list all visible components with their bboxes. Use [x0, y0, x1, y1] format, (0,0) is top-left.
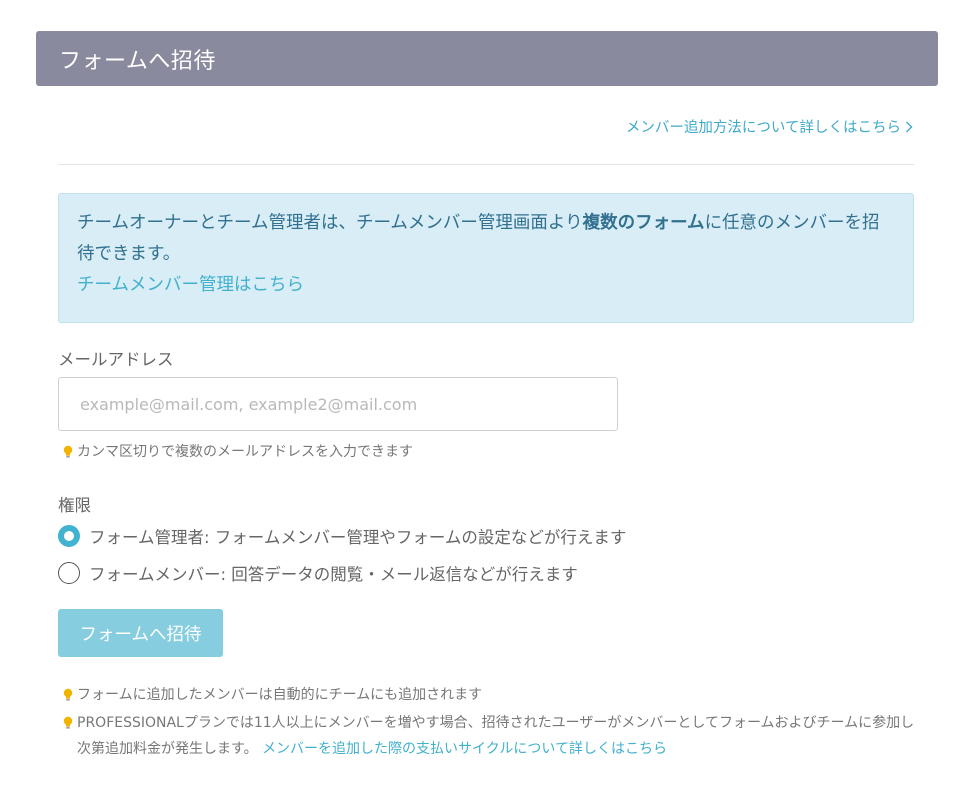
email-label: メールアドレス: [58, 350, 174, 369]
info-text: チームオーナーとチーム管理者は、チームメンバー管理画面より複数のフォームに任意の…: [77, 208, 895, 270]
permission-label: 権限: [58, 496, 91, 515]
email-input[interactable]: [58, 377, 618, 431]
email-hint-text: カンマ区切りで複数のメールアドレスを入力できます: [77, 444, 413, 460]
info-text-before: チームオーナーとチーム管理者は、チームメンバー管理画面より: [77, 213, 583, 233]
note-item: フォームに追加したメンバーは自動的にチームにも追加されます: [62, 682, 482, 708]
divider: [58, 164, 914, 165]
note-item: PROFESSIONALプランでは11人以上にメンバーを増やす場合、招待されたユ…: [62, 710, 917, 762]
chevron-right-icon: [906, 121, 913, 132]
note-text: PROFESSIONALプランでは11人以上にメンバーを増やす場合、招待されたユ…: [77, 710, 917, 762]
info-alert: チームオーナーとチーム管理者は、チームメンバー管理画面より複数のフォームに任意の…: [58, 193, 914, 323]
lightbulb-icon: [63, 716, 73, 729]
radio-button-unchecked[interactable]: [58, 562, 80, 584]
radio-form-member[interactable]: フォームメンバー: 回答データの閲覧・メール返信などが行えます: [58, 561, 578, 585]
lightbulb-icon: [63, 688, 73, 701]
radio-form-admin-label: フォーム管理者: フォームメンバー管理やフォームの設定などが行えます: [89, 528, 627, 547]
invite-page: フォームへ招待 メンバー追加方法について詳しくはこちら チームオーナーとチーム管…: [0, 0, 971, 800]
page-header: フォームへ招待: [36, 31, 938, 86]
invite-button[interactable]: フォームへ招待: [58, 609, 223, 657]
help-link[interactable]: メンバー追加方法について詳しくはこちら: [626, 116, 914, 137]
team-member-management-link[interactable]: チームメンバー管理はこちら: [77, 275, 304, 295]
email-hint: カンマ区切りで複数のメールアドレスを入力できます: [62, 439, 413, 465]
lightbulb-icon: [63, 445, 73, 458]
radio-form-admin[interactable]: フォーム管理者: フォームメンバー管理やフォームの設定などが行えます: [58, 524, 626, 548]
help-link-label: メンバー追加方法について詳しくはこちら: [625, 120, 901, 136]
page-title: フォームへ招待: [59, 48, 216, 74]
note-text: フォームに追加したメンバーは自動的にチームにも追加されます: [77, 687, 483, 703]
payment-cycle-link[interactable]: メンバーを追加した際の支払いサイクルについて詳しくはこちら: [262, 741, 667, 757]
radio-button-checked[interactable]: [58, 525, 80, 547]
info-text-bold: 複数のフォーム: [582, 213, 705, 233]
help-link-row: メンバー追加方法について詳しくはこちら: [58, 116, 914, 137]
radio-form-member-label: フォームメンバー: 回答データの閲覧・メール返信などが行えます: [89, 565, 578, 584]
